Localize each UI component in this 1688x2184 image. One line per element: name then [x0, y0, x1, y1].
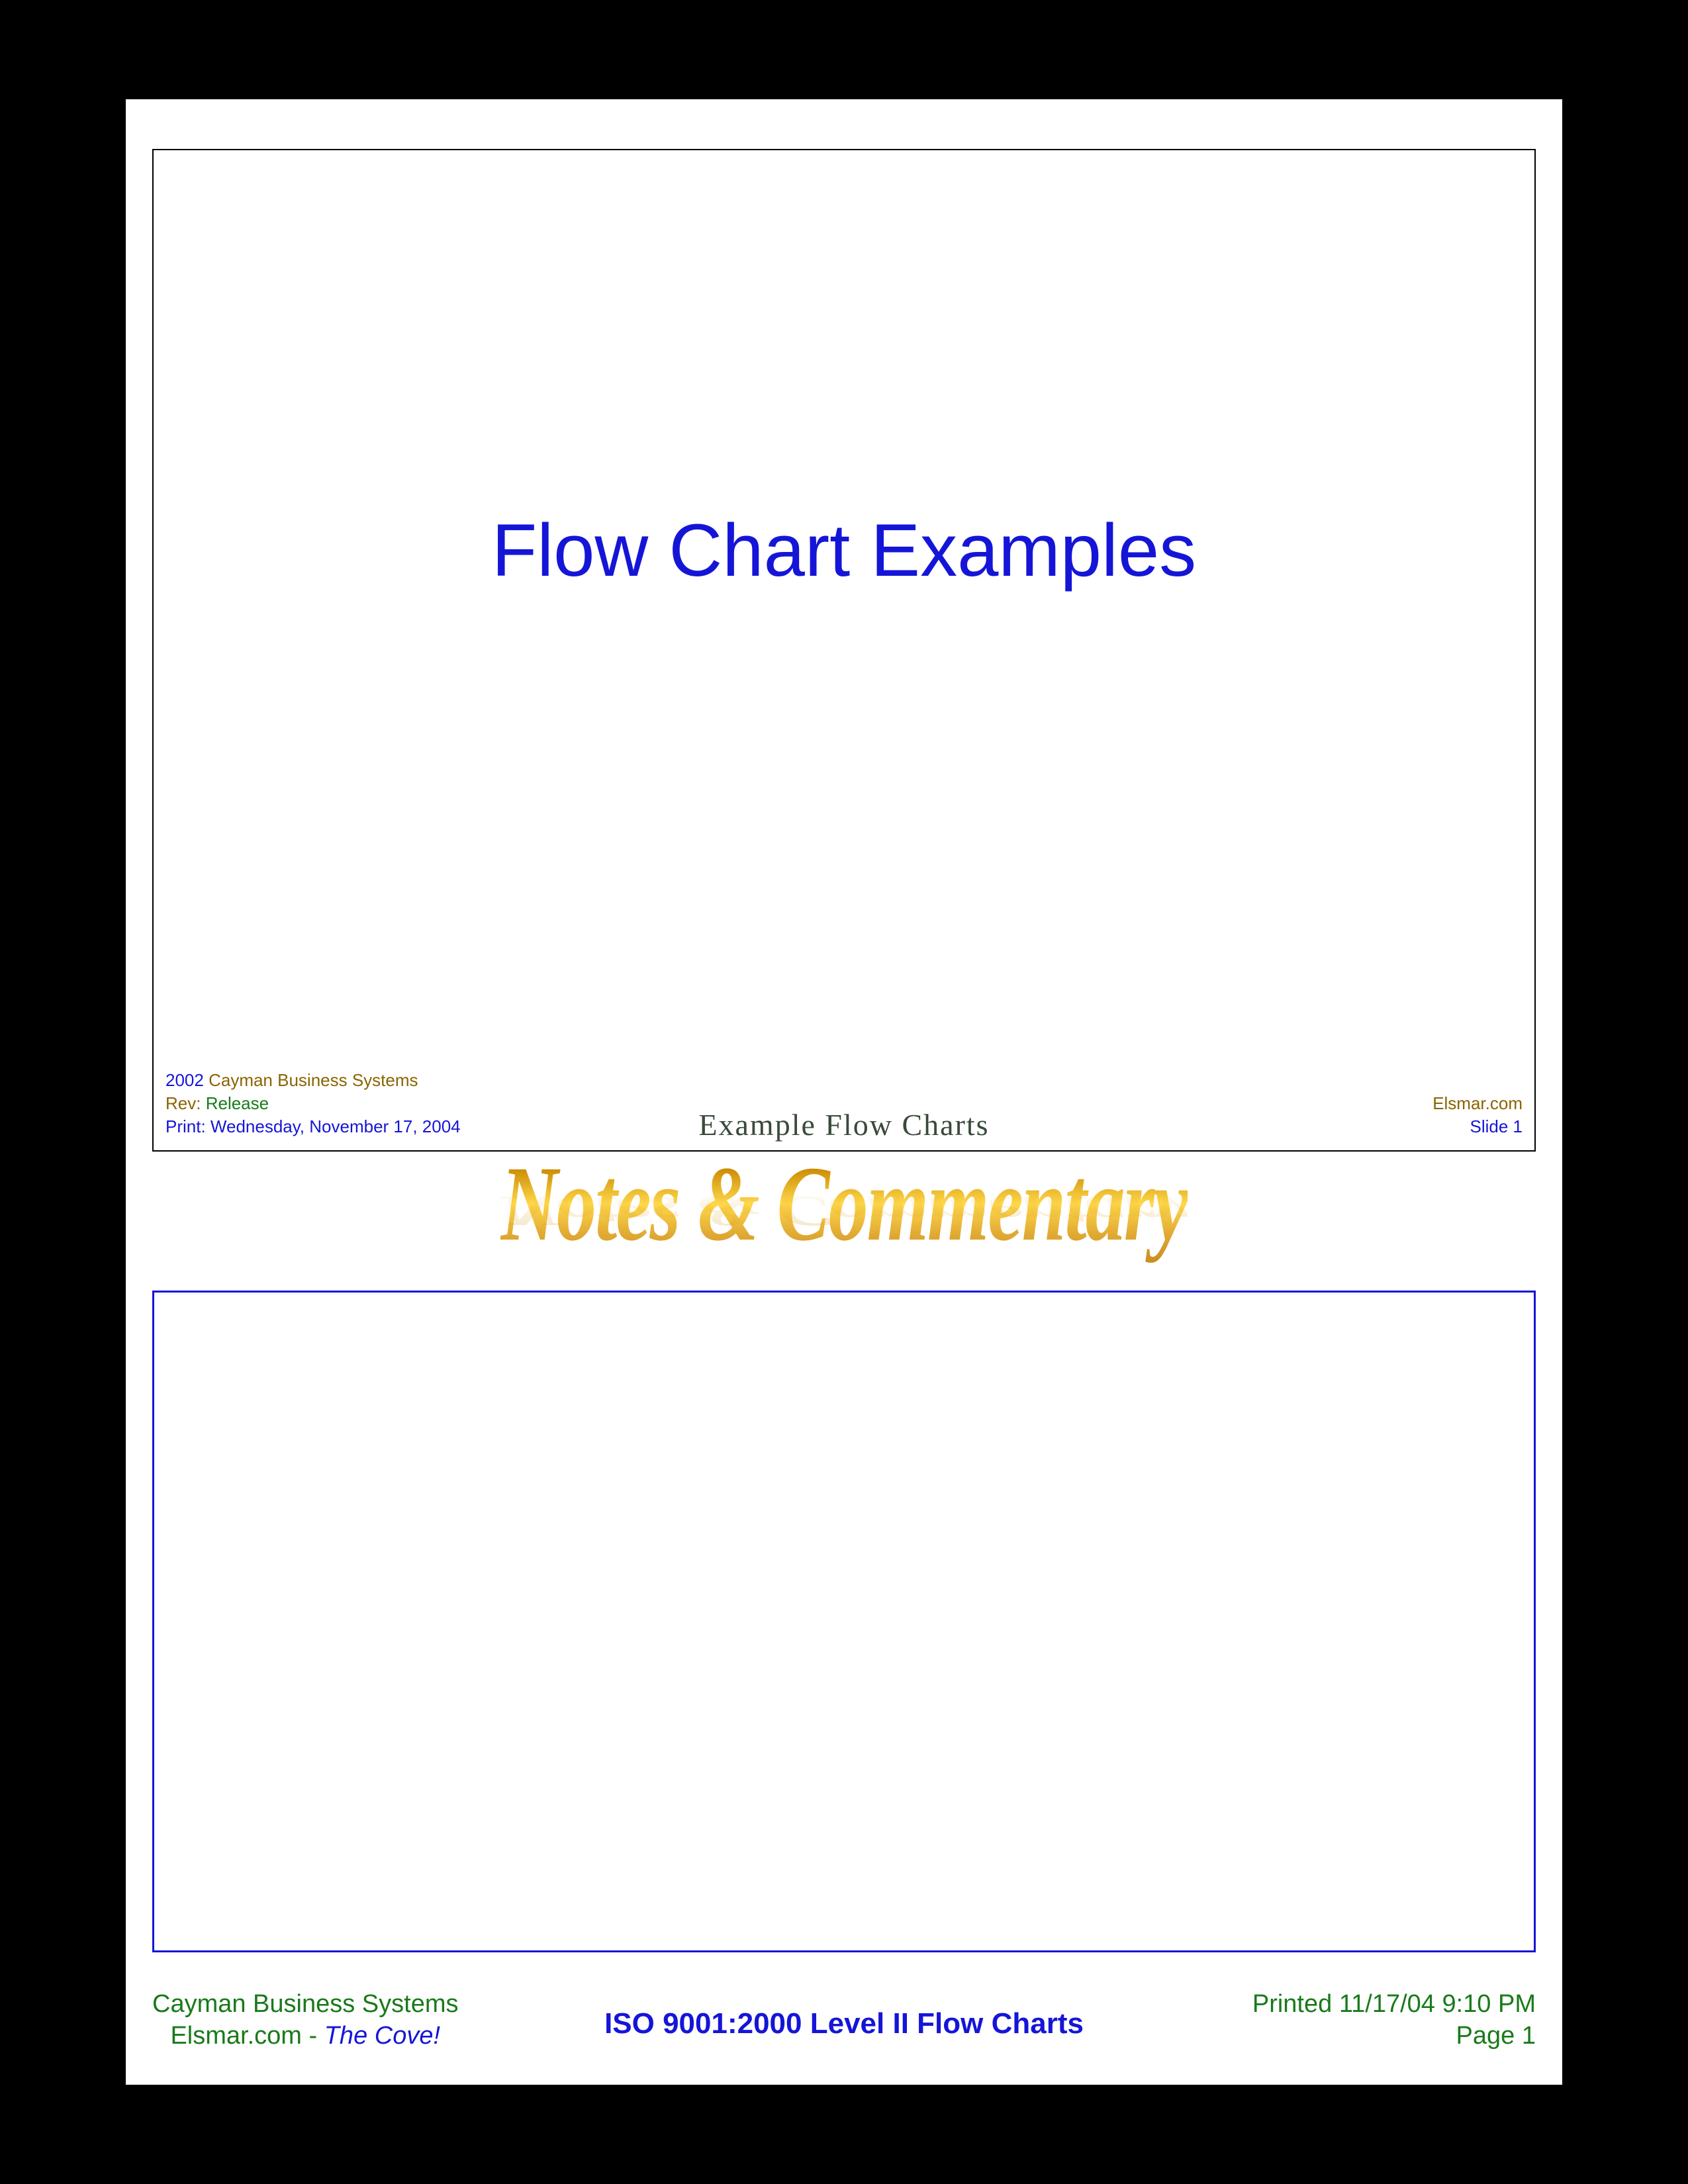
page-footer: Cayman Business Systems Elsmar.com - The… — [152, 1989, 1536, 2048]
slide-number: Slide 1 — [1432, 1115, 1523, 1138]
document-page: Flow Chart Examples 2002 Cayman Business… — [126, 99, 1562, 2085]
footer-page: Page 1 — [1252, 2021, 1536, 2052]
slide-frame: Flow Chart Examples 2002 Cayman Business… — [152, 149, 1536, 1152]
slide-site: Elsmar.com — [1432, 1092, 1523, 1115]
slide-title: Flow Chart Examples — [154, 508, 1534, 593]
footer-right: Printed 11/17/04 9:10 PM Page 1 — [1252, 1989, 1536, 2052]
copyright-company: Cayman Business Systems — [209, 1070, 418, 1090]
notes-frame — [152, 1291, 1536, 1952]
footer-printed: Printed 11/17/04 9:10 PM — [1252, 1989, 1536, 2021]
slide-meta-right: Elsmar.com Slide 1 — [1432, 1092, 1523, 1138]
copyright-year: 2002 — [165, 1070, 204, 1090]
slide-subtitle: Example Flow Charts — [154, 1107, 1534, 1142]
copyright-line: 2002 Cayman Business Systems — [165, 1069, 461, 1092]
notes-heading-reflection-text: Notes & Commentary — [500, 1186, 1187, 1236]
